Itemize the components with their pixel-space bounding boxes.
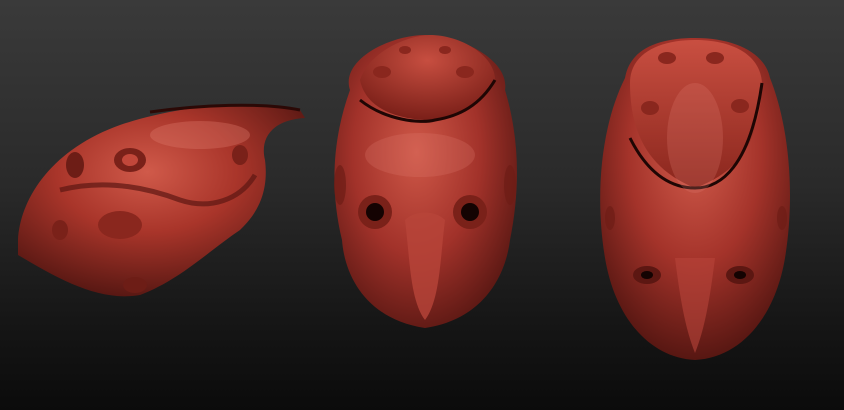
- head-sculpt-top-view: [600, 38, 790, 360]
- nostril-bump: [66, 152, 84, 178]
- sculpt-viewport: [0, 0, 844, 410]
- skull-dot-top-right: [439, 46, 451, 54]
- skull-dot-top-left: [399, 46, 411, 54]
- eye-hole-right: [461, 203, 479, 221]
- ear-bump: [232, 145, 248, 165]
- eye-hole-left: [641, 271, 653, 279]
- side-bump-right: [777, 206, 787, 230]
- top-highlight: [150, 121, 250, 149]
- eye-bump: [122, 154, 138, 166]
- skull-dot-mid-right: [731, 99, 749, 113]
- chin-bump: [123, 277, 147, 293]
- eye-hole-right: [734, 271, 746, 279]
- side-bump-left: [334, 165, 346, 205]
- skull-dot-mid-left: [641, 101, 659, 115]
- skull-dot-right: [456, 66, 474, 78]
- crest-highlight: [667, 83, 723, 193]
- skull-dot-left: [373, 66, 391, 78]
- head-sculpt-front-view: [334, 35, 517, 328]
- brow-highlight: [365, 133, 475, 177]
- eye-hole-left: [366, 203, 384, 221]
- cheek-bump: [98, 211, 142, 239]
- side-bump-left: [605, 206, 615, 230]
- jaw-bump: [52, 220, 68, 240]
- head-sculpt-side-view: [18, 103, 305, 297]
- skull-dot-left: [658, 52, 676, 64]
- side-bump-right: [504, 165, 516, 205]
- skull-dot-right: [706, 52, 724, 64]
